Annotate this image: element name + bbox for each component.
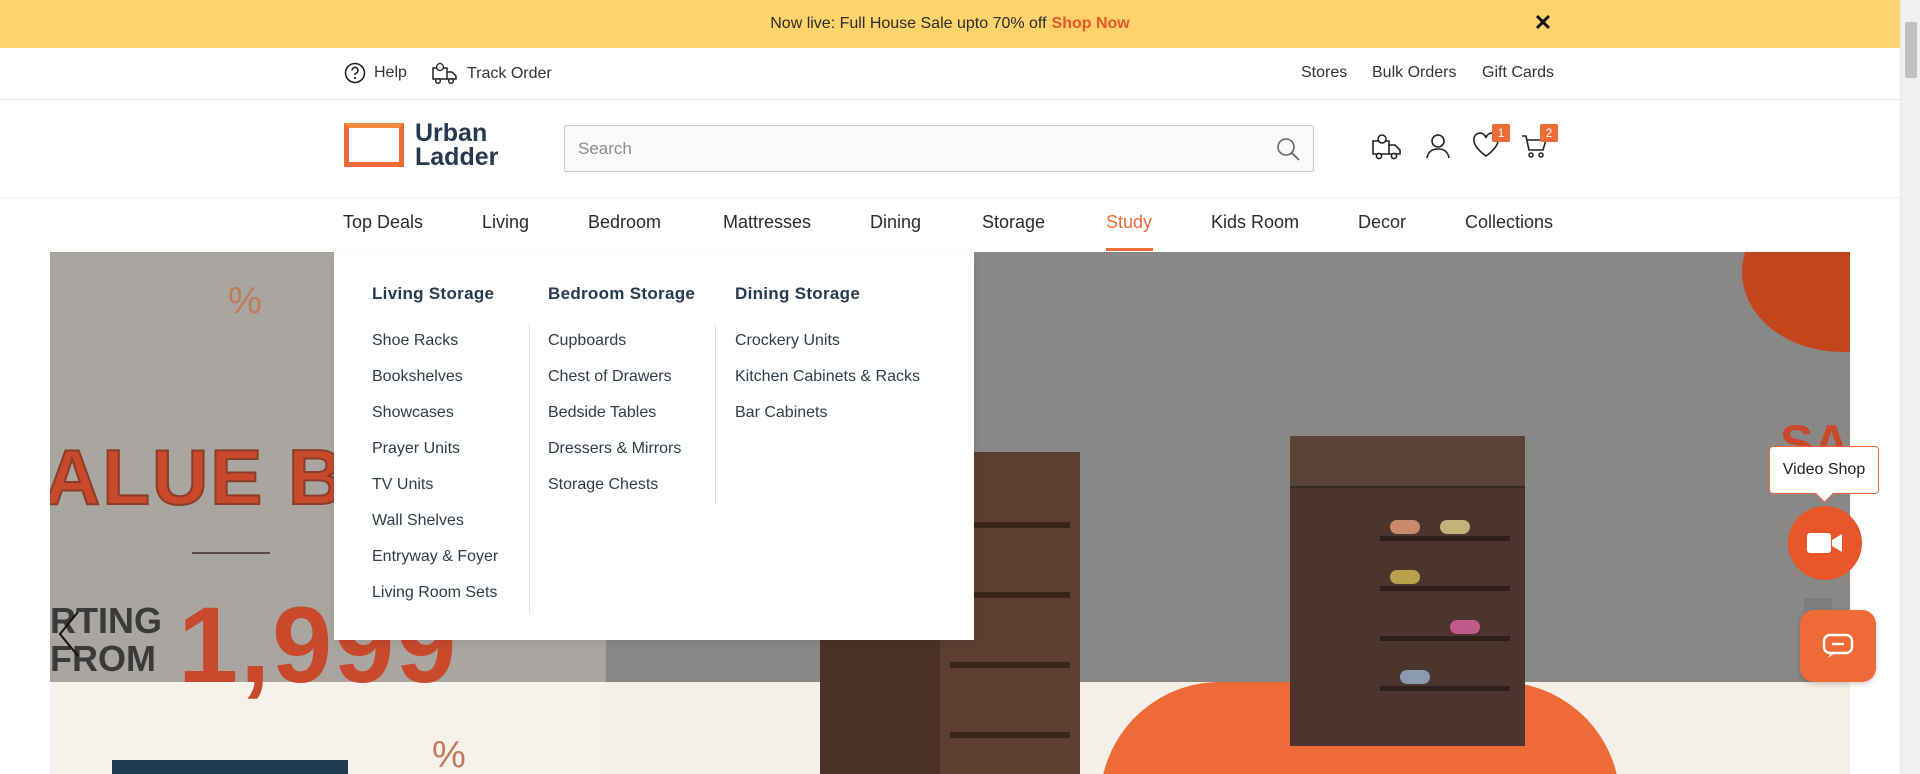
shoe (1400, 670, 1430, 684)
chat-button[interactable] (1800, 610, 1876, 682)
menu-column-dining-storage: Dining Storage Crockery Units Kitchen Ca… (735, 284, 920, 438)
cabinet-drawer (1290, 436, 1525, 488)
help-label: Help (374, 64, 407, 81)
search-icon[interactable] (1275, 136, 1301, 162)
announcement-text: Now live: Full House Sale upto 70% off (770, 15, 1047, 32)
account-icon[interactable] (1424, 132, 1452, 160)
menu-item-prayer-units[interactable]: Prayer Units (372, 438, 498, 474)
menu-item-entryway-foyer[interactable]: Entryway & Foyer (372, 546, 498, 582)
menu-column-bedroom-storage: Bedroom Storage Cupboards Chest of Drawe… (548, 284, 695, 510)
nav-item-mattresses[interactable]: Mattresses (723, 212, 811, 233)
nav-item-study[interactable]: Study (1106, 212, 1152, 233)
nav-item-storage[interactable]: Storage (982, 212, 1045, 233)
utility-bar: Help Track Order Stores Bulk Orders Gift… (0, 48, 1900, 100)
logo-mark (344, 123, 404, 167)
menu-item-bedside-tables[interactable]: Bedside Tables (548, 402, 695, 438)
announcement-bar: Now live: Full House Sale upto 70% off S… (0, 0, 1900, 48)
hero-percent-decor: % (228, 280, 262, 322)
menu-item-living-room-sets[interactable]: Living Room Sets (372, 582, 498, 618)
study-mega-menu: Living Storage Shoe Racks Bookshelves Sh… (334, 252, 974, 640)
nav-item-bedroom[interactable]: Bedroom (588, 212, 661, 233)
menu-item-showcases[interactable]: Showcases (372, 402, 498, 438)
chat-icon (1822, 633, 1854, 658)
carousel-prev-icon[interactable] (56, 610, 84, 658)
hero-divider (192, 552, 270, 554)
cabinet-shelf (950, 732, 1070, 738)
cart-count-badge: 2 (1540, 124, 1558, 142)
menu-item-bar-cabinets[interactable]: Bar Cabinets (735, 402, 920, 438)
menu-column-living-storage: Living Storage Shoe Racks Bookshelves Sh… (372, 284, 498, 618)
menu-column-title[interactable]: Bedroom Storage (548, 284, 695, 304)
shoe (1390, 570, 1420, 584)
menu-item-storage-chests[interactable]: Storage Chests (548, 474, 695, 510)
menu-item-shoe-racks[interactable]: Shoe Racks (372, 330, 498, 366)
active-nav-indicator (1106, 248, 1153, 251)
menu-item-bookshelves[interactable]: Bookshelves (372, 366, 498, 402)
nav-item-decor[interactable]: Decor (1358, 212, 1406, 233)
menu-item-tv-units[interactable]: TV Units (372, 474, 498, 510)
bulk-orders-link[interactable]: Bulk Orders (1372, 64, 1456, 82)
help-icon (344, 62, 366, 84)
category-nav: Top Deals Living Bedroom Mattresses Dini… (0, 198, 1900, 252)
search-input[interactable] (565, 126, 1255, 171)
shoe (1390, 520, 1420, 534)
menu-item-cupboards[interactable]: Cupboards (548, 330, 695, 366)
shoe (1450, 620, 1480, 634)
menu-item-dressers-mirrors[interactable]: Dressers & Mirrors (548, 438, 695, 474)
gift-cards-link[interactable]: Gift Cards (1482, 64, 1554, 82)
track-order-link[interactable]: Track Order (431, 62, 552, 86)
help-link[interactable]: Help (344, 62, 407, 84)
shoe (1440, 520, 1470, 534)
menu-item-wall-shelves[interactable]: Wall Shelves (372, 510, 498, 546)
cabinet-shelf (1380, 686, 1510, 691)
main-header: Urban Ladder 1 2 (0, 100, 1900, 198)
menu-column-title[interactable]: Living Storage (372, 284, 498, 304)
search-box (564, 125, 1314, 172)
shop-now-link[interactable]: Shop Now (1052, 15, 1130, 33)
cabinet-shelf (1380, 636, 1510, 641)
nav-item-dining[interactable]: Dining (870, 212, 921, 233)
page-scrollbar[interactable] (1900, 0, 1920, 774)
cart-button[interactable]: 2 (1520, 124, 1558, 165)
menu-column-title[interactable]: Dining Storage (735, 284, 920, 304)
video-shop-button[interactable] (1788, 506, 1862, 580)
menu-item-chest-of-drawers[interactable]: Chest of Drawers (548, 366, 695, 402)
delivery-truck-icon[interactable] (1371, 132, 1403, 162)
nav-item-collections[interactable]: Collections (1465, 212, 1553, 233)
wishlist-button[interactable]: 1 (1472, 124, 1510, 163)
menu-column-divider (715, 324, 716, 504)
logo-line1: Urban (415, 119, 488, 147)
cabinet-shelf (1380, 586, 1510, 591)
video-camera-icon (1807, 533, 1842, 553)
track-order-label: Track Order (467, 65, 552, 82)
nav-item-living[interactable]: Living (482, 212, 529, 233)
truck-icon (432, 62, 457, 85)
menu-column-divider (529, 324, 530, 614)
wishlist-count-badge: 1 (1492, 124, 1510, 142)
hero-navy-card (112, 760, 348, 774)
logo-line2: Ladder (415, 143, 499, 171)
menu-item-crockery-units[interactable]: Crockery Units (735, 330, 920, 366)
logo-text: Urban Ladder (415, 119, 499, 171)
hero-percent-decor-2: % (432, 734, 466, 774)
close-icon[interactable]: ✕ (1532, 12, 1554, 34)
menu-item-kitchen-cabinets-racks[interactable]: Kitchen Cabinets & Racks (735, 366, 920, 402)
cabinet-shelf (950, 662, 1070, 668)
video-shop-tooltip[interactable]: Video Shop (1769, 446, 1879, 494)
nav-item-top-deals[interactable]: Top Deals (343, 212, 423, 233)
shoe-cabinet-image-2 (1290, 436, 1525, 746)
scrollbar-thumb[interactable] (1905, 22, 1917, 78)
nav-item-kids-room[interactable]: Kids Room (1211, 212, 1299, 233)
cabinet-shelf (1380, 536, 1510, 541)
stores-link[interactable]: Stores (1301, 64, 1347, 82)
brand-logo[interactable]: Urban Ladder (344, 119, 499, 171)
